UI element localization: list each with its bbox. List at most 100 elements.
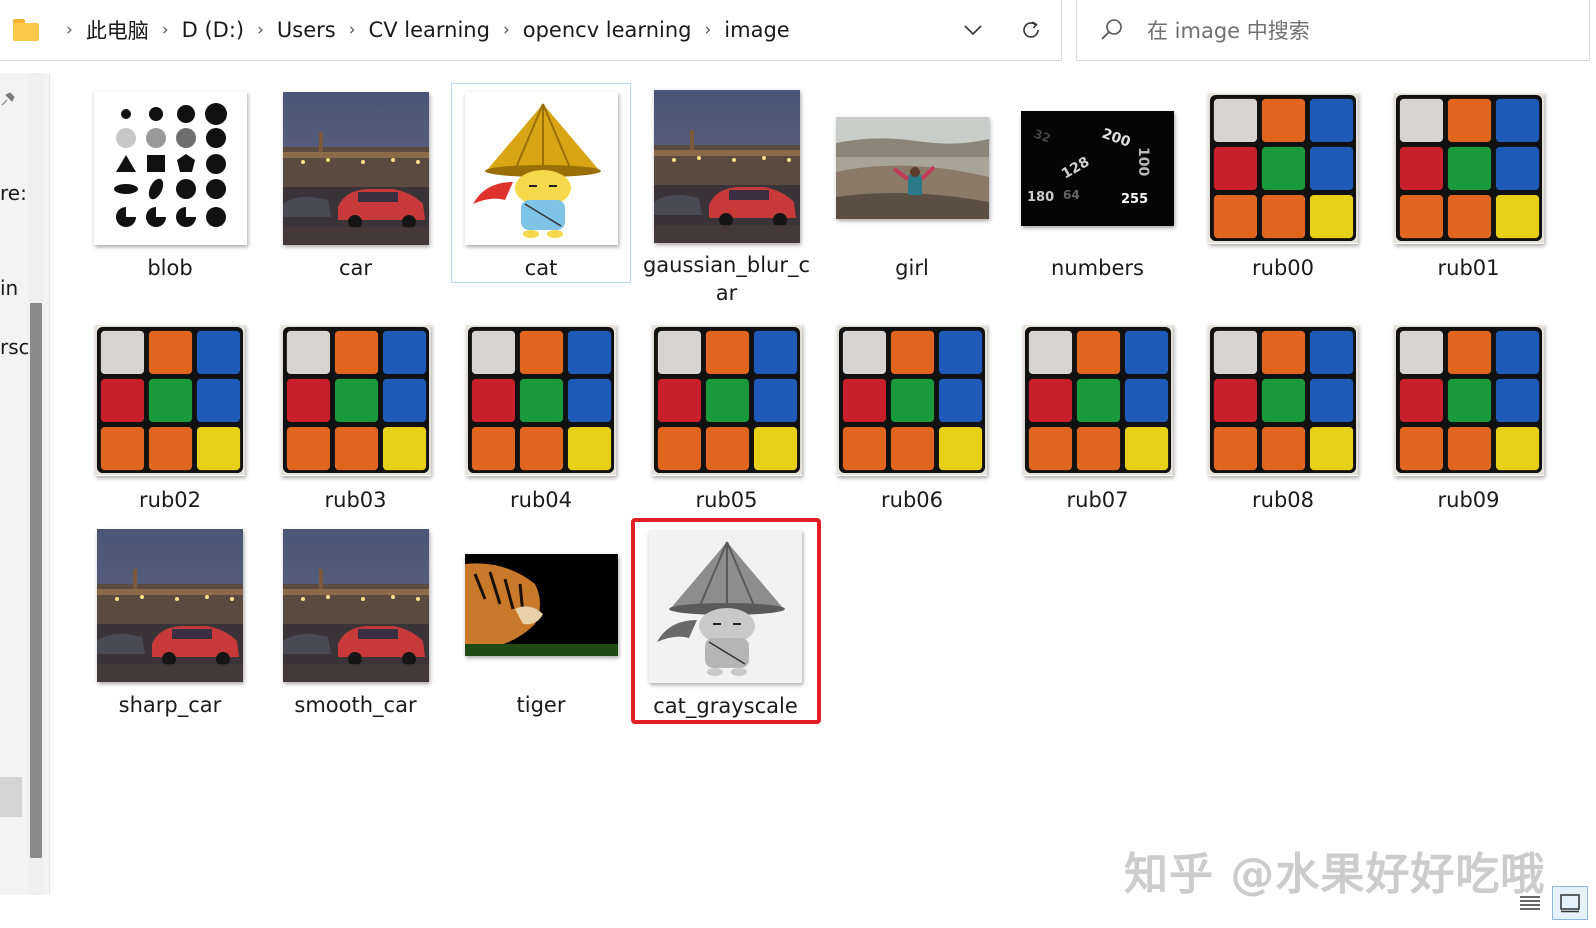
file-item[interactable]: cat <box>451 83 631 283</box>
breadcrumb-opencv-learning[interactable]: opencv learning <box>523 18 692 42</box>
thumbnail-frame <box>90 322 250 478</box>
thumbnail-frame <box>90 90 250 246</box>
thumbnail-image <box>1393 92 1544 244</box>
file-item[interactable]: sharp_car <box>80 520 260 720</box>
large-icons-view-button[interactable] <box>1552 886 1588 920</box>
file-name: numbers <box>1051 256 1144 280</box>
file-item[interactable]: rub05 <box>637 315 817 515</box>
svg-text:180: 180 <box>1027 190 1054 205</box>
thumbnail-frame <box>461 322 621 478</box>
nav-item-label[interactable]: re: <box>0 181 27 205</box>
thumbnail-image <box>653 90 800 243</box>
chevron-down-icon[interactable] <box>961 18 985 42</box>
file-item[interactable]: 32 200 100 128 180 64 255 numbers <box>1008 83 1188 283</box>
details-view-button[interactable] <box>1512 886 1548 920</box>
breadcrumb-separator: › <box>66 20 73 40</box>
nav-item-label[interactable]: in <box>0 276 18 300</box>
file-name: car <box>338 256 373 280</box>
refresh-icon[interactable] <box>1019 18 1043 42</box>
thumbnail-frame <box>1389 90 1549 246</box>
file-item[interactable]: tiger <box>451 520 631 720</box>
thumbnail-image <box>651 324 802 476</box>
thumbnail-image <box>835 117 989 219</box>
large-icons-view-icon <box>1560 894 1580 913</box>
thumbnail-frame <box>276 527 436 683</box>
file-item[interactable]: rub02 <box>80 315 260 515</box>
breadcrumb-image[interactable]: image <box>724 18 789 42</box>
file-item[interactable]: rub03 <box>266 315 446 515</box>
thumbnail-image <box>280 324 431 476</box>
file-name: tiger <box>516 693 566 717</box>
file-name: rub06 <box>881 488 943 512</box>
thumbnail-frame <box>90 527 250 683</box>
details-view-icon <box>1520 896 1540 910</box>
file-name: rub00 <box>1252 256 1314 280</box>
watermark: 知乎 @水果好好吃哦 <box>1124 849 1546 900</box>
file-name: blob <box>147 256 193 280</box>
nav-scrollbar-thumb[interactable] <box>30 303 42 858</box>
breadcrumb-users[interactable]: Users <box>277 18 336 42</box>
address-bar[interactable]: › 此电脑 › D (D:) › Users › CV learning › o… <box>0 0 1062 61</box>
thumbnail-image <box>95 324 245 476</box>
thumbnail-frame <box>1018 322 1178 478</box>
thumbnail-frame <box>461 90 621 246</box>
thumbnail-image <box>837 324 987 476</box>
file-name: rub03 <box>324 488 387 512</box>
thumbnail-image <box>466 324 616 476</box>
nav-item-label[interactable]: rsc <box>0 335 30 359</box>
search-box[interactable]: 在 image 中搜索 <box>1076 0 1590 61</box>
thumbnail-frame <box>1203 90 1363 246</box>
file-name: smooth_car <box>294 693 417 717</box>
file-name: gaussian_blur_car <box>642 253 811 305</box>
nav-selected-item[interactable] <box>0 777 22 817</box>
file-name: girl <box>895 256 929 280</box>
file-item[interactable]: rub00 <box>1193 83 1373 283</box>
folder-icon <box>13 19 41 41</box>
breadcrumb-separator[interactable]: › <box>704 20 711 40</box>
file-item[interactable]: rub01 <box>1379 83 1559 283</box>
svg-text:255: 255 <box>1121 192 1148 207</box>
file-item[interactable]: gaussian_blur_car <box>637 83 817 305</box>
file-name: rub07 <box>1066 488 1129 512</box>
file-name: rub02 <box>139 488 201 512</box>
file-item[interactable]: rub08 <box>1193 315 1373 515</box>
thumbnail-frame <box>647 322 807 478</box>
file-item[interactable]: rub06 <box>822 315 1002 515</box>
file-item[interactable]: rub07 <box>1008 315 1188 515</box>
thumbnail-image <box>93 91 247 245</box>
file-name: cat_grayscale <box>653 694 798 718</box>
file-item[interactable]: cat_grayscale <box>630 518 821 724</box>
file-item[interactable]: blob <box>80 83 260 283</box>
file-name: rub08 <box>1252 488 1314 512</box>
thumbnail-image: 32 200 100 128 180 64 255 <box>1021 110 1174 226</box>
file-name: rub04 <box>510 488 572 512</box>
file-grid: blob car cat gaussian_blur_car girl 32 200 100 1… <box>80 83 1580 883</box>
thumbnail-frame <box>646 528 806 684</box>
thumbnail-image <box>282 528 429 682</box>
file-item[interactable]: girl <box>822 83 1002 283</box>
thumbnail-image <box>1208 324 1358 476</box>
view-switcher <box>1508 886 1588 920</box>
breadcrumb-separator[interactable]: › <box>257 20 264 40</box>
file-item[interactable]: smooth_car <box>266 520 446 720</box>
pin-icon <box>1 92 15 106</box>
search-input[interactable]: 在 image 中搜索 <box>1147 15 1310 45</box>
breadcrumb-drive-d[interactable]: D (D:) <box>182 18 244 42</box>
thumbnail-image <box>282 91 429 245</box>
file-name: rub05 <box>695 488 758 512</box>
file-item[interactable]: car <box>266 83 446 283</box>
breadcrumb-cv-learning[interactable]: CV learning <box>369 18 490 42</box>
file-item[interactable]: rub04 <box>451 315 631 515</box>
navigation-pane[interactable]: re: in rsc <box>0 73 50 895</box>
thumbnail-image <box>1022 324 1173 476</box>
breadcrumb-separator[interactable]: › <box>162 20 169 40</box>
breadcrumb-separator[interactable]: › <box>349 20 356 40</box>
svg-text:64: 64 <box>1063 188 1080 202</box>
file-name: sharp_car <box>118 693 222 717</box>
thumbnail-image <box>97 528 243 682</box>
thumbnail-image <box>1393 324 1544 476</box>
breadcrumb-this-pc[interactable]: 此电脑 <box>86 15 149 45</box>
file-item[interactable]: rub09 <box>1379 315 1559 515</box>
breadcrumb-separator[interactable]: › <box>503 20 510 40</box>
thumbnail-image <box>1208 92 1358 244</box>
